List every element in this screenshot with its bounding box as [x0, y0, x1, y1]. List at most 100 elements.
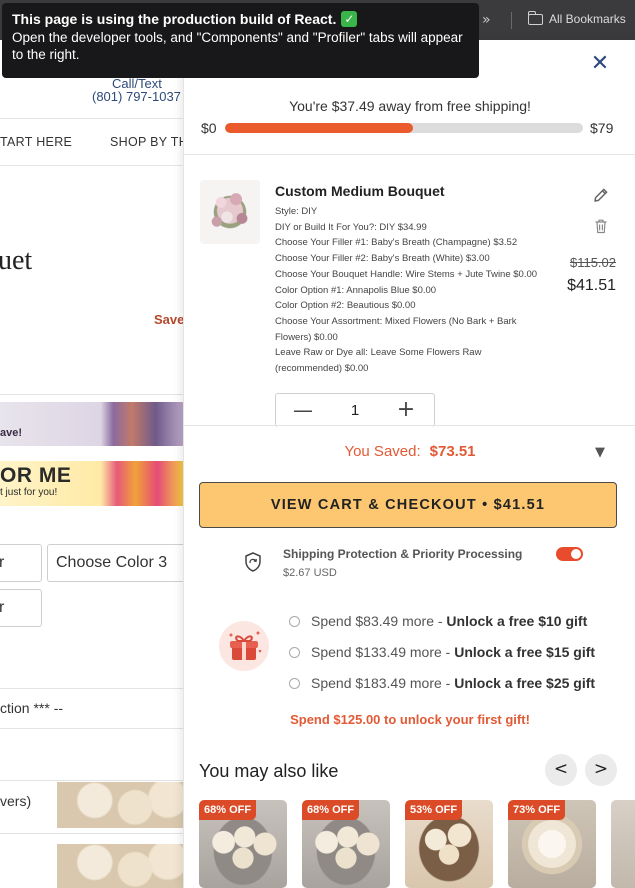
gift-tier-reward: Unlock a free $15 gift: [454, 644, 596, 660]
discount-badge: 73% OFF: [508, 800, 566, 820]
gift-tier-3[interactable]: Spend $183.49 more - Unlock a free $25 g…: [289, 675, 595, 691]
background-page: Call/Text (801) 797-1037 TART HERE SHOP …: [0, 40, 183, 888]
gift-box-icon: [219, 621, 269, 671]
option-line: Choose Your Filler #1: Baby's Breath (Ch…: [275, 237, 518, 249]
product-thumbnail: [57, 844, 183, 888]
gift-tier-prefix: Spend $83.49 more -: [311, 613, 447, 629]
gift-tier-prefix: Spend $133.49 more -: [311, 644, 455, 660]
divider: [0, 728, 183, 729]
shipping-progress-max: $79: [590, 120, 614, 136]
close-cart-button[interactable]: ✕: [588, 52, 612, 76]
banner-text: ave!: [0, 427, 23, 439]
folder-icon: [527, 10, 543, 25]
color-select-3[interactable]: Choose Color 3: [47, 544, 183, 582]
radio-button[interactable]: [289, 678, 300, 689]
pencil-icon: [594, 188, 608, 202]
current-price: $41.51: [567, 277, 616, 294]
caret-down-icon: ▼: [595, 445, 605, 460]
promo-banner-1[interactable]: ave!: [0, 402, 183, 446]
all-bookmarks-button[interactable]: All Bookmarks: [527, 10, 626, 26]
checkmark-icon: ✓: [341, 11, 358, 27]
select-value: r: [0, 554, 5, 571]
recommended-product-card[interactable]: 68% OFF: [199, 800, 287, 888]
react-devtools-tooltip: This page is using the production build …: [2, 3, 479, 78]
recommended-product-card[interactable]: 68% OFF: [302, 800, 390, 888]
gift-tier-prefix: Spend $183.49 more -: [311, 675, 455, 691]
product-image: [611, 800, 635, 888]
recommended-product-card-peek[interactable]: [611, 800, 635, 888]
tooltip-body: Open the developer tools, and "Component…: [12, 30, 463, 62]
original-price: $115.02: [569, 255, 616, 270]
shipping-progress-min: $0: [201, 120, 217, 136]
option-line: Style: DIY: [275, 206, 318, 217]
divider: [0, 688, 183, 689]
tooltip-title: This page is using the production build …: [12, 11, 337, 27]
banner-subtext: t just for you!: [0, 487, 58, 498]
recommended-product-card[interactable]: 53% OFF: [405, 800, 493, 888]
option-row-label: vers): [0, 793, 32, 809]
carousel-prev-button[interactable]: <: [545, 754, 577, 786]
divider: [0, 394, 183, 395]
checkout-button[interactable]: VIEW CART & CHECKOUT • $41.51: [199, 482, 617, 528]
option-line: Choose Your Bouquet Handle: Wire Stems +…: [275, 268, 538, 280]
shipping-protection-title: Shipping Protection & Priority Processin…: [283, 547, 523, 561]
divider: [184, 154, 635, 155]
option-line: DIY or Build It For You?: DIY $34.99: [275, 221, 427, 233]
remove-item-button[interactable]: [592, 217, 610, 235]
cart-item-options: Style: DIY DIY or Build It For You?: DIY…: [275, 204, 540, 377]
saved-label: You Saved:: [344, 443, 421, 460]
product-title: uet: [0, 245, 33, 276]
option-line: Leave Raw or Dye all: Leave Some Flowers…: [275, 347, 482, 375]
shipping-progress-fill: [225, 123, 414, 133]
overflow-chevrons-icon[interactable]: »: [482, 12, 491, 28]
nav-start-here[interactable]: TART HERE: [0, 135, 72, 149]
discount-badge: 68% OFF: [199, 800, 257, 820]
gift-tier-reward: Unlock a free $10 gift: [446, 613, 588, 629]
bouquet-product-image[interactable]: [200, 180, 260, 244]
all-bookmarks-label: All Bookmarks: [549, 12, 626, 26]
cart-item-title[interactable]: Custom Medium Bouquet: [275, 183, 445, 199]
savings-toggle[interactable]: You Saved: $73.51 ▼: [184, 443, 635, 467]
free-shipping-message: You're $37.49 away from free shipping!: [289, 98, 531, 114]
cart-drawer: ✕ You're $37.49 away from free shipping!…: [183, 40, 635, 888]
shield-icon: [242, 551, 264, 573]
option-line: Choose Your Assortment: Mixed Flowers (N…: [275, 315, 517, 343]
select-value: r: [0, 599, 5, 616]
option-line: Choose Your Filler #2: Baby's Breath (Wh…: [275, 253, 490, 265]
promo-banner-2[interactable]: OR ME t just for you!: [0, 461, 183, 506]
shipping-protection-toggle[interactable]: [556, 547, 583, 561]
divider: [184, 425, 635, 426]
option-line: Color Option #2: Beautious $0.00: [275, 300, 416, 312]
product-thumbnail: [57, 782, 183, 828]
quantity-value[interactable]: 1: [340, 402, 370, 419]
saved-amount: $73.51: [429, 443, 476, 460]
divider: [0, 833, 183, 834]
decrease-quantity-button[interactable]: —: [292, 396, 314, 424]
radio-button[interactable]: [289, 616, 300, 627]
recommendations-title: You may also like: [199, 761, 339, 781]
shipping-protection-price: $2.67 USD: [283, 567, 337, 579]
trash-icon: [595, 219, 607, 234]
select-value: Choose Color 3: [56, 554, 168, 571]
discount-badge: 53% OFF: [405, 800, 463, 820]
edit-item-button[interactable]: [592, 186, 610, 204]
radio-button[interactable]: [289, 647, 300, 658]
increase-quantity-button[interactable]: +: [394, 396, 418, 424]
recommended-product-card[interactable]: 73% OFF: [508, 800, 596, 888]
discount-badge: 68% OFF: [302, 800, 360, 820]
divider: [0, 165, 183, 166]
toolbar-separator: [511, 12, 512, 29]
gift-tier-1[interactable]: Spend $83.49 more - Unlock a free $10 gi…: [289, 613, 587, 629]
color-select-2[interactable]: r: [0, 544, 42, 582]
divider: [0, 780, 183, 781]
nav-shop-by[interactable]: SHOP BY TH: [110, 135, 183, 149]
phone-number-link[interactable]: (801) 797-1037: [92, 89, 181, 104]
carousel-next-button[interactable]: >: [585, 754, 617, 786]
color-select-4[interactable]: r: [0, 589, 42, 627]
option-line: Color Option #1: Annapolis Blue $0.00: [275, 284, 437, 296]
section-heading: ction *** --: [0, 700, 64, 716]
divider: [0, 118, 183, 119]
save-label: Save: [154, 312, 183, 327]
gift-tier-2[interactable]: Spend $133.49 more - Unlock a free $15 g…: [289, 644, 595, 660]
gift-tier-reward: Unlock a free $25 gift: [454, 675, 596, 691]
